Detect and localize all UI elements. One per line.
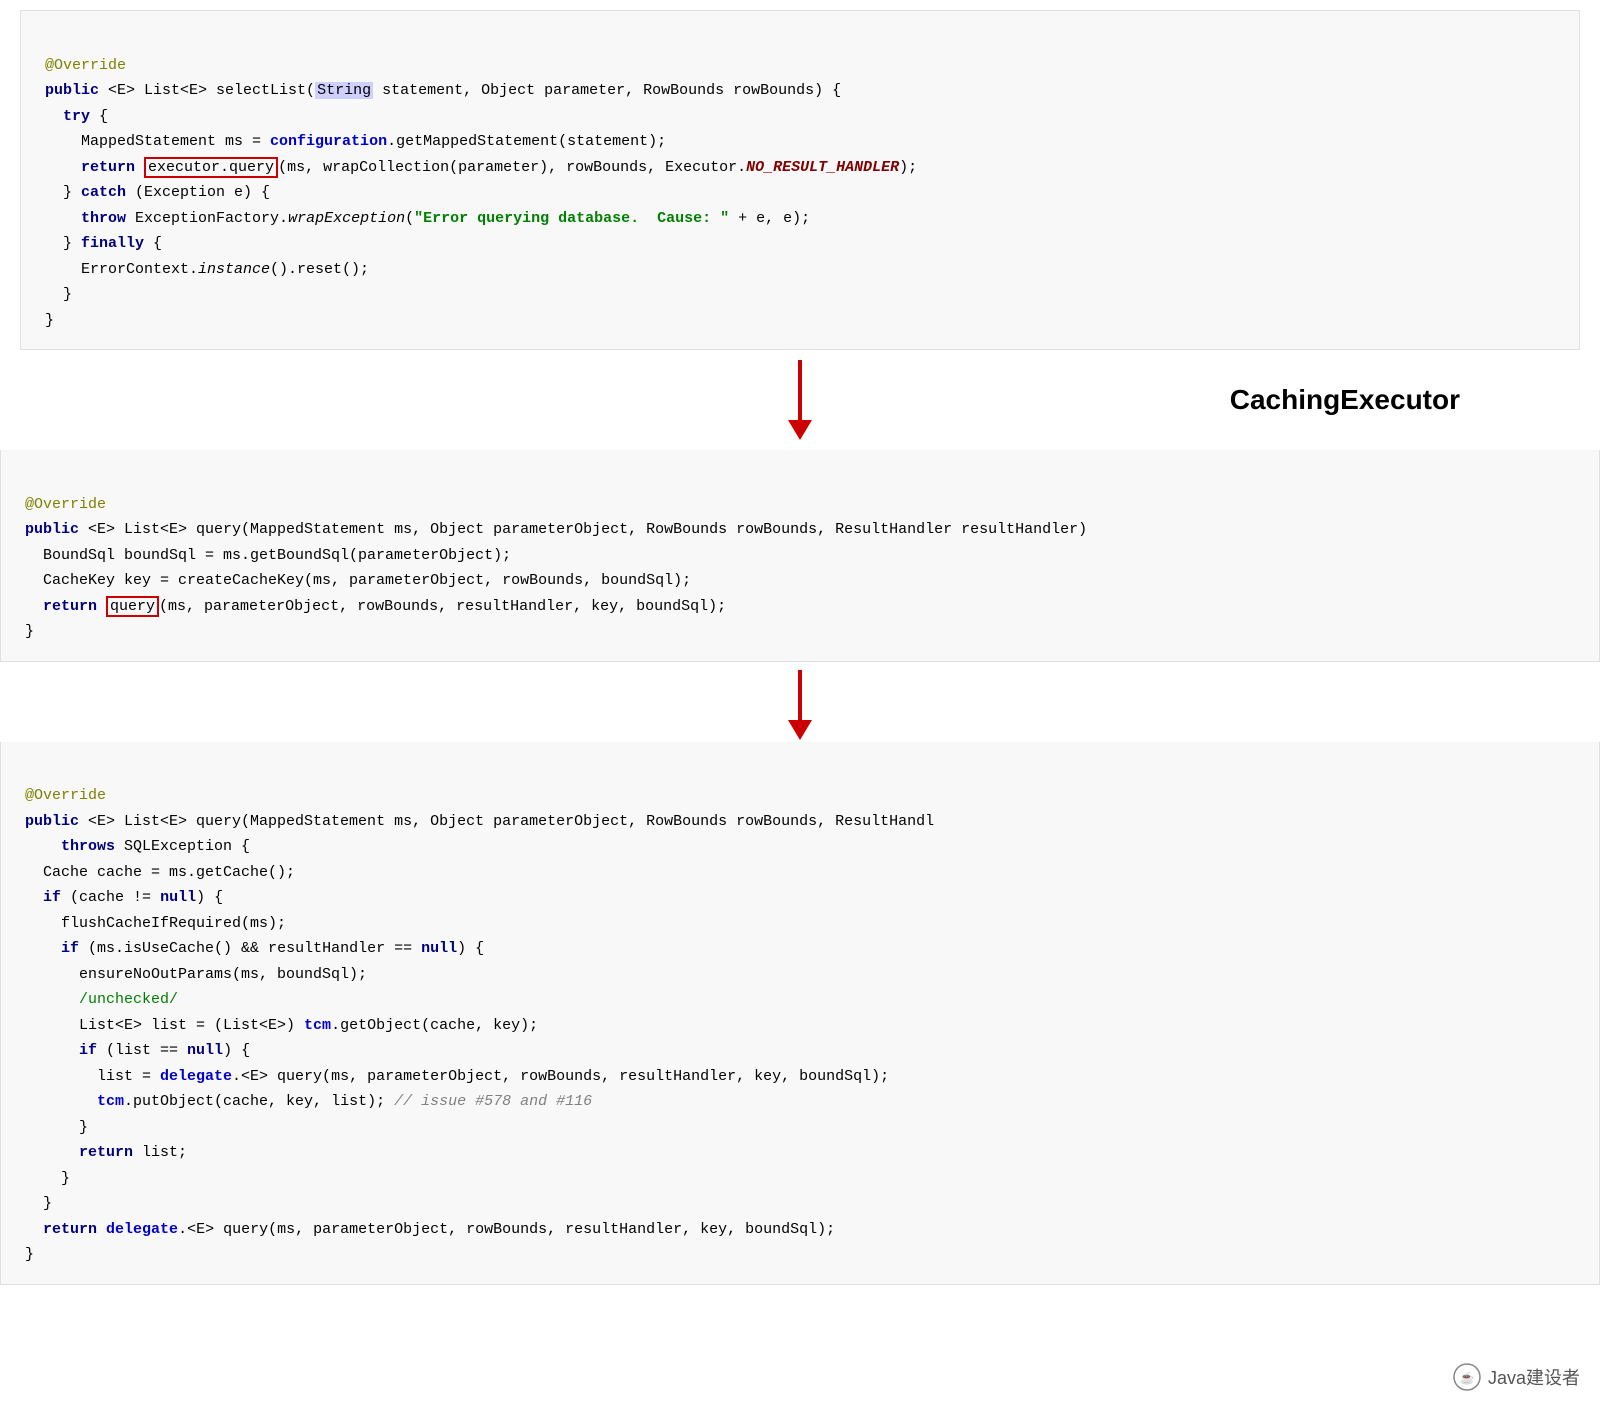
arrow-section-1: CachingExecutor (0, 350, 1600, 450)
code-block-1: @Override public <E> List<E> selectList(… (20, 10, 1580, 350)
query-highlight: query (106, 596, 159, 617)
line-public-1: public <E> List<E> selectList(String sta… (45, 82, 841, 99)
annotation-3: @Override (25, 787, 106, 804)
watermark-text: Java建设者 (1488, 1364, 1580, 1390)
code-block-3: @Override public <E> List<E> query(Mappe… (0, 742, 1600, 1285)
red-arrow-1 (788, 360, 812, 440)
caching-executor-label: CachingExecutor (1230, 384, 1460, 416)
red-arrow-2 (788, 670, 812, 740)
watermark-icon: ☕ (1452, 1362, 1482, 1392)
code-block-2: @Override public <E> List<E> query(Mappe… (0, 450, 1600, 662)
annotation-2: @Override (25, 496, 106, 513)
svg-text:☕: ☕ (1459, 1370, 1474, 1385)
arrow-section-2 (0, 662, 1600, 742)
annotation-1: @Override (45, 57, 126, 74)
watermark: ☕ Java建设者 (1452, 1362, 1580, 1392)
executor-query-highlight: executor.query (144, 157, 278, 178)
page-container: @Override public <E> List<E> selectList(… (0, 10, 1600, 1408)
